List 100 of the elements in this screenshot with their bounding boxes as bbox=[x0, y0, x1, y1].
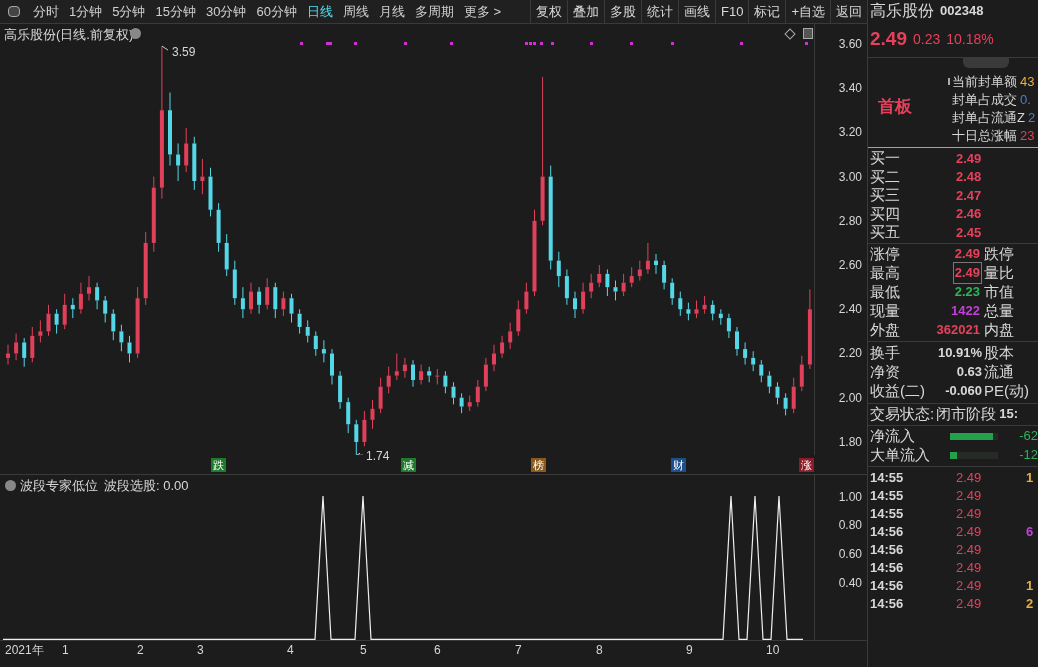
trade-time: 14:55 bbox=[869, 486, 905, 505]
period-tab[interactable]: 多周期 bbox=[409, 1, 459, 22]
period-tab[interactable]: 周线 bbox=[337, 1, 374, 22]
candlestick bbox=[87, 275, 91, 301]
candlestick bbox=[791, 377, 796, 414]
candlestick bbox=[807, 288, 812, 370]
toolbar-button[interactable]: 画线 bbox=[678, 0, 715, 24]
candlestick bbox=[540, 76, 545, 226]
candlestick bbox=[743, 341, 748, 366]
indicator-tick: 1.00 bbox=[838, 488, 862, 505]
toolbar-button[interactable]: 复权 bbox=[530, 0, 567, 24]
indicator-tick: 0.80 bbox=[838, 517, 862, 534]
flow-value: -62 bbox=[1019, 427, 1038, 446]
seal-value: 0. bbox=[1020, 91, 1031, 109]
event-tag[interactable]: 榜 bbox=[531, 458, 546, 472]
finance-label: 流通 bbox=[984, 361, 1014, 382]
stat-label: 跌停 bbox=[984, 243, 1014, 264]
dropdown-icon[interactable] bbox=[130, 28, 141, 39]
stat-label: 外盘 bbox=[869, 319, 901, 340]
stat-label: 总量 bbox=[984, 300, 1014, 321]
candlestick bbox=[330, 348, 334, 385]
candlestick bbox=[556, 251, 561, 288]
status-value: 闭市阶段 bbox=[936, 403, 997, 424]
panel-toggle-icon[interactable] bbox=[8, 6, 20, 17]
toolbar-button[interactable]: 叠加 bbox=[567, 0, 604, 24]
seal-label: 封单占成交 bbox=[952, 91, 1017, 109]
candlestick bbox=[662, 260, 667, 290]
dropdown-icon[interactable] bbox=[5, 480, 16, 491]
seal-label: 封单占流通Z bbox=[952, 109, 1025, 127]
finance-label: 换手 bbox=[869, 342, 901, 363]
toolbar-button[interactable]: 返回 bbox=[830, 0, 867, 24]
event-tag[interactable]: 涨 bbox=[799, 458, 814, 472]
candlestick bbox=[394, 353, 399, 381]
seal-value: 43 bbox=[1020, 73, 1035, 91]
candlestick bbox=[224, 233, 229, 277]
candlestick bbox=[30, 326, 35, 363]
percent-change: 10.18% bbox=[946, 30, 994, 49]
candlestick bbox=[257, 286, 262, 315]
date-label: 6 bbox=[434, 642, 441, 659]
candlestick bbox=[151, 176, 156, 253]
indicator-name: 波段专家低位 bbox=[20, 477, 98, 495]
toolbar-button[interactable]: F10 bbox=[715, 0, 749, 24]
candlestick bbox=[483, 357, 488, 392]
seal-label: 当前封单额 bbox=[952, 73, 1017, 91]
period-tab[interactable]: 1分钟 bbox=[64, 1, 108, 22]
status-time: 15: bbox=[999, 405, 1018, 424]
flow-label: 大单流入 bbox=[869, 444, 931, 465]
event-tag[interactable]: 财 bbox=[671, 458, 686, 472]
period-tab[interactable]: 分时 bbox=[28, 1, 64, 22]
candlestick bbox=[273, 282, 278, 319]
finance-label: PE(动) bbox=[984, 380, 1029, 401]
date-label: 8 bbox=[596, 642, 603, 659]
candlestick bbox=[346, 397, 351, 434]
finance-value: -0.060 bbox=[945, 382, 982, 401]
stat-label: 现量 bbox=[869, 300, 901, 321]
toolbar-button[interactable]: 统计 bbox=[641, 0, 678, 24]
event-tag[interactable]: 跌 bbox=[211, 458, 226, 472]
price-change: 0.23 bbox=[913, 30, 941, 49]
price-tick: 1.80 bbox=[838, 433, 862, 450]
candlestick bbox=[419, 364, 424, 385]
stat-value: 1422 bbox=[950, 302, 981, 321]
candlestick bbox=[597, 264, 602, 288]
panel-icon[interactable] bbox=[803, 28, 813, 39]
bid-label: 买二 bbox=[869, 166, 901, 187]
candlestick bbox=[240, 286, 245, 319]
period-tab[interactable]: 日线 bbox=[301, 1, 338, 22]
price-tick: 3.00 bbox=[838, 168, 862, 185]
candlestick bbox=[621, 273, 626, 297]
candlestick bbox=[313, 330, 318, 357]
period-tab[interactable]: 月线 bbox=[373, 1, 410, 22]
price-tick: 2.00 bbox=[838, 389, 862, 406]
toolbar-button[interactable]: +自选 bbox=[785, 0, 830, 24]
seal-label: 十日总涨幅 bbox=[952, 127, 1017, 145]
date-label: 1 bbox=[62, 642, 69, 659]
trade-time: 14:55 bbox=[869, 504, 905, 523]
period-tab[interactable]: 15分钟 bbox=[150, 1, 201, 22]
candlestick bbox=[14, 333, 19, 361]
candlestick bbox=[573, 291, 577, 319]
low-price-label: 1.74 bbox=[366, 448, 390, 466]
period-tab[interactable]: 30分钟 bbox=[200, 1, 252, 22]
toolbar-button[interactable]: 多股 bbox=[604, 0, 641, 24]
bid-price: 2.49 bbox=[956, 149, 982, 168]
bid-label: 买四 bbox=[869, 203, 901, 224]
candlestick bbox=[338, 370, 343, 410]
trade-price: 2.49 bbox=[956, 486, 983, 505]
period-tab[interactable]: 5分钟 bbox=[107, 1, 151, 22]
toolbar-button[interactable]: 标记 bbox=[748, 0, 786, 24]
candlestick bbox=[370, 399, 375, 430]
trade-time: 14:56 bbox=[869, 540, 905, 559]
candlestick bbox=[670, 277, 675, 306]
candlestick bbox=[516, 299, 521, 337]
candlestick bbox=[168, 92, 172, 167]
event-tag[interactable]: 减 bbox=[401, 458, 416, 472]
candlestick bbox=[54, 308, 59, 335]
high-price-label: 3.59 bbox=[172, 44, 196, 62]
period-tab[interactable]: 60分钟 bbox=[251, 1, 302, 22]
period-tab[interactable]: 更多 > bbox=[458, 1, 507, 22]
stat-label: 内盘 bbox=[984, 319, 1014, 340]
stat-label: 最低 bbox=[869, 281, 901, 302]
candlestick bbox=[645, 242, 650, 275]
